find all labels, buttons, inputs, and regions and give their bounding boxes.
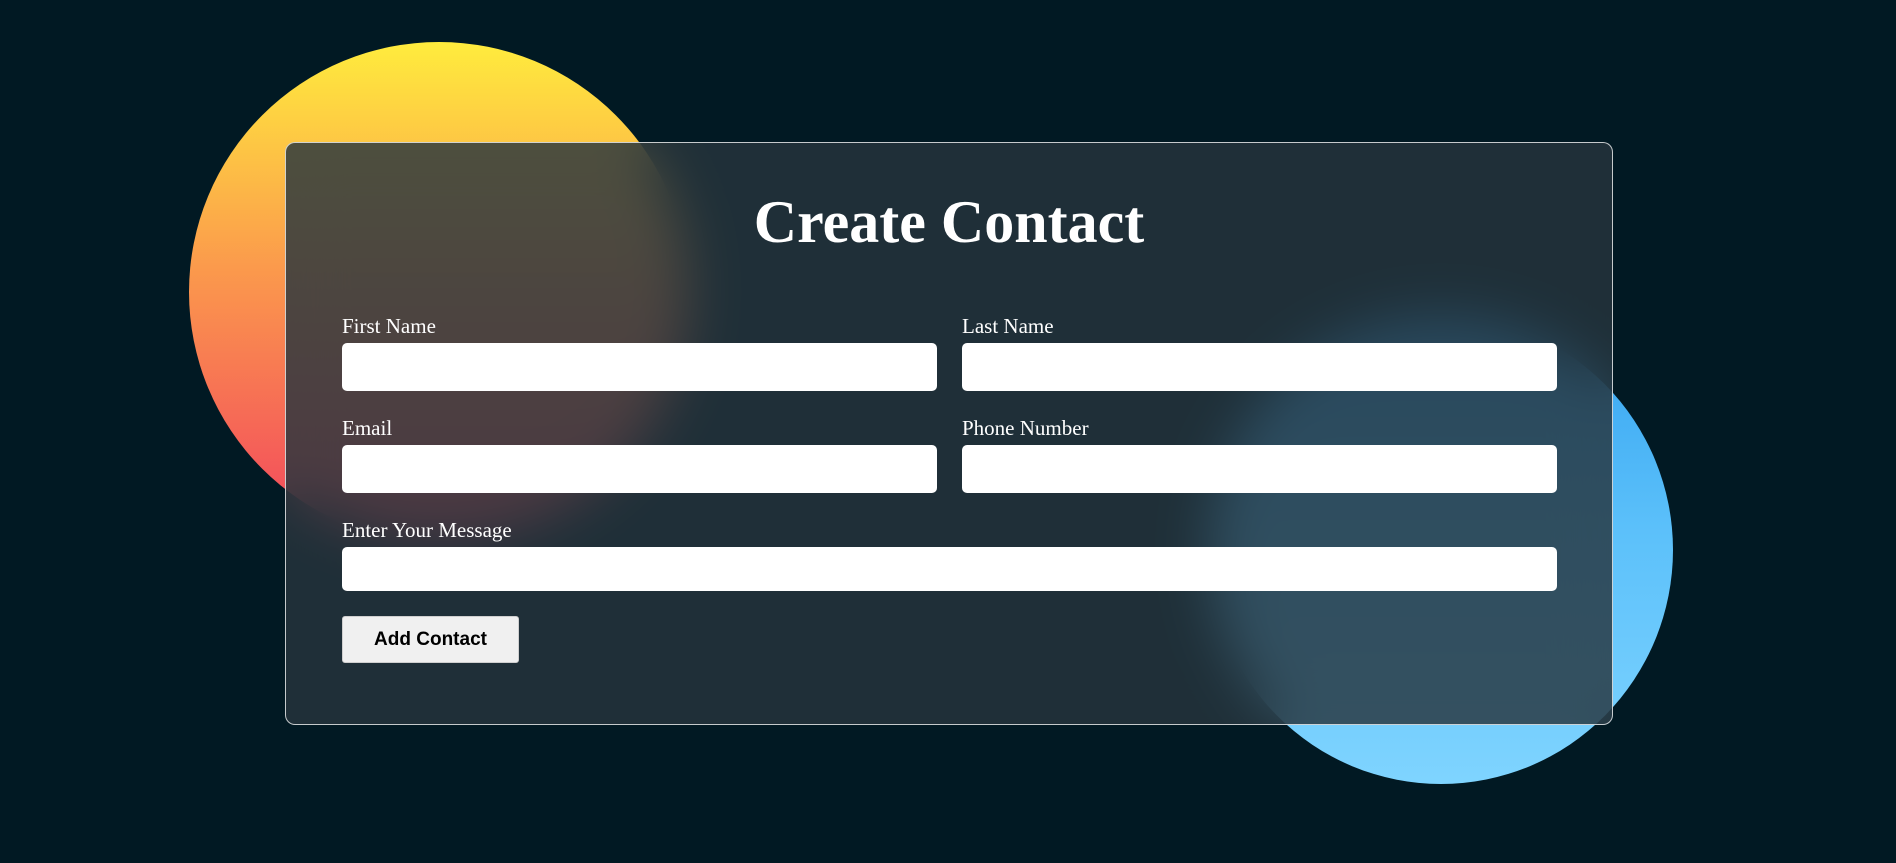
- add-contact-button[interactable]: Add Contact: [342, 616, 519, 663]
- last-name-label: Last Name: [962, 314, 1054, 338]
- first-name-input[interactable]: [342, 343, 937, 391]
- message-label: Enter Your Message: [342, 518, 512, 542]
- email-input[interactable]: [342, 445, 937, 493]
- email-label: Email: [342, 416, 393, 440]
- create-contact-form: Create Contact First Name Last Name Emai…: [285, 142, 1613, 725]
- message-input[interactable]: [342, 547, 1557, 591]
- form-title: Create Contact: [753, 189, 1145, 255]
- last-name-input[interactable]: [962, 343, 1557, 391]
- phone-number-input[interactable]: [962, 445, 1557, 493]
- first-name-label: First Name: [342, 314, 436, 338]
- phone-number-label: Phone Number: [962, 416, 1089, 440]
